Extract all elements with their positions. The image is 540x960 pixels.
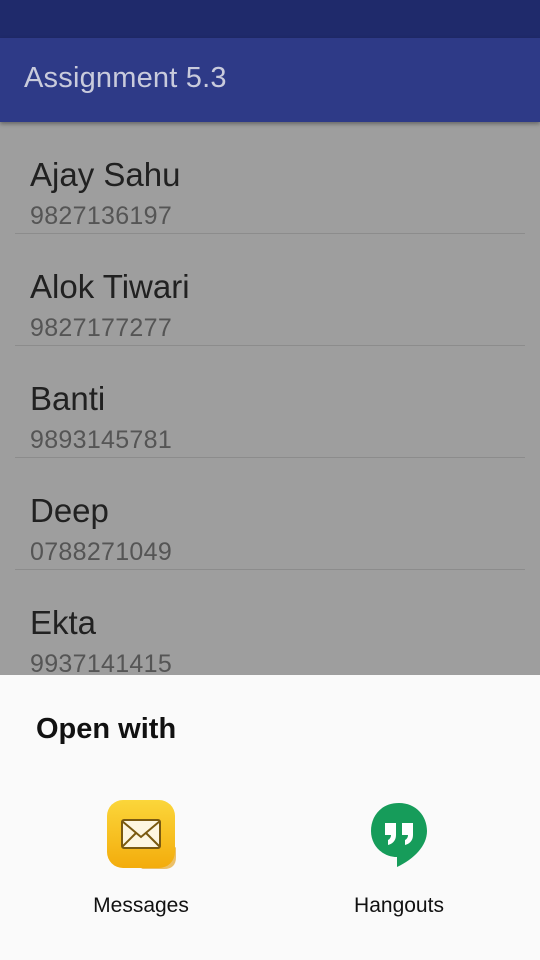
app-bar: Assignment 5.3	[0, 38, 540, 122]
open-with-sheet: Open with Messages Hangouts	[0, 675, 540, 960]
contact-phone: 9827136197	[30, 202, 173, 230]
contact-phone: 9827177277	[30, 314, 173, 342]
contact-item[interactable]: Banti 9893145781	[15, 346, 525, 458]
contact-name: Deep	[30, 492, 109, 529]
contact-item[interactable]: Ajay Sahu 9827136197	[15, 122, 525, 234]
app-title: Assignment 5.3	[24, 62, 227, 94]
envelope-icon	[107, 800, 176, 869]
status-bar	[0, 0, 540, 38]
contact-item[interactable]: Deep 0788271049	[15, 458, 525, 570]
contact-phone: 9893145781	[30, 426, 173, 454]
contact-name: Ajay Sahu	[30, 156, 181, 193]
hangouts-app-option[interactable]: Hangouts	[299, 799, 499, 929]
messages-label: Messages	[93, 894, 189, 917]
contact-name: Alok Tiwari	[30, 268, 190, 305]
contact-name: Banti	[30, 380, 106, 417]
contact-item[interactable]: Ekta 9937141415	[15, 570, 525, 682]
contact-name: Ekta	[30, 604, 97, 641]
contact-phone: 0788271049	[30, 538, 173, 566]
hangouts-label: Hangouts	[354, 894, 444, 917]
quote-bubble-icon	[371, 803, 427, 867]
messages-app-option[interactable]: Messages	[41, 799, 241, 929]
contact-list: Ajay Sahu 9827136197 Alok Tiwari 9827177…	[0, 122, 540, 682]
contact-item[interactable]: Alok Tiwari 9827177277	[15, 234, 525, 346]
sheet-title: Open with	[36, 713, 177, 745]
